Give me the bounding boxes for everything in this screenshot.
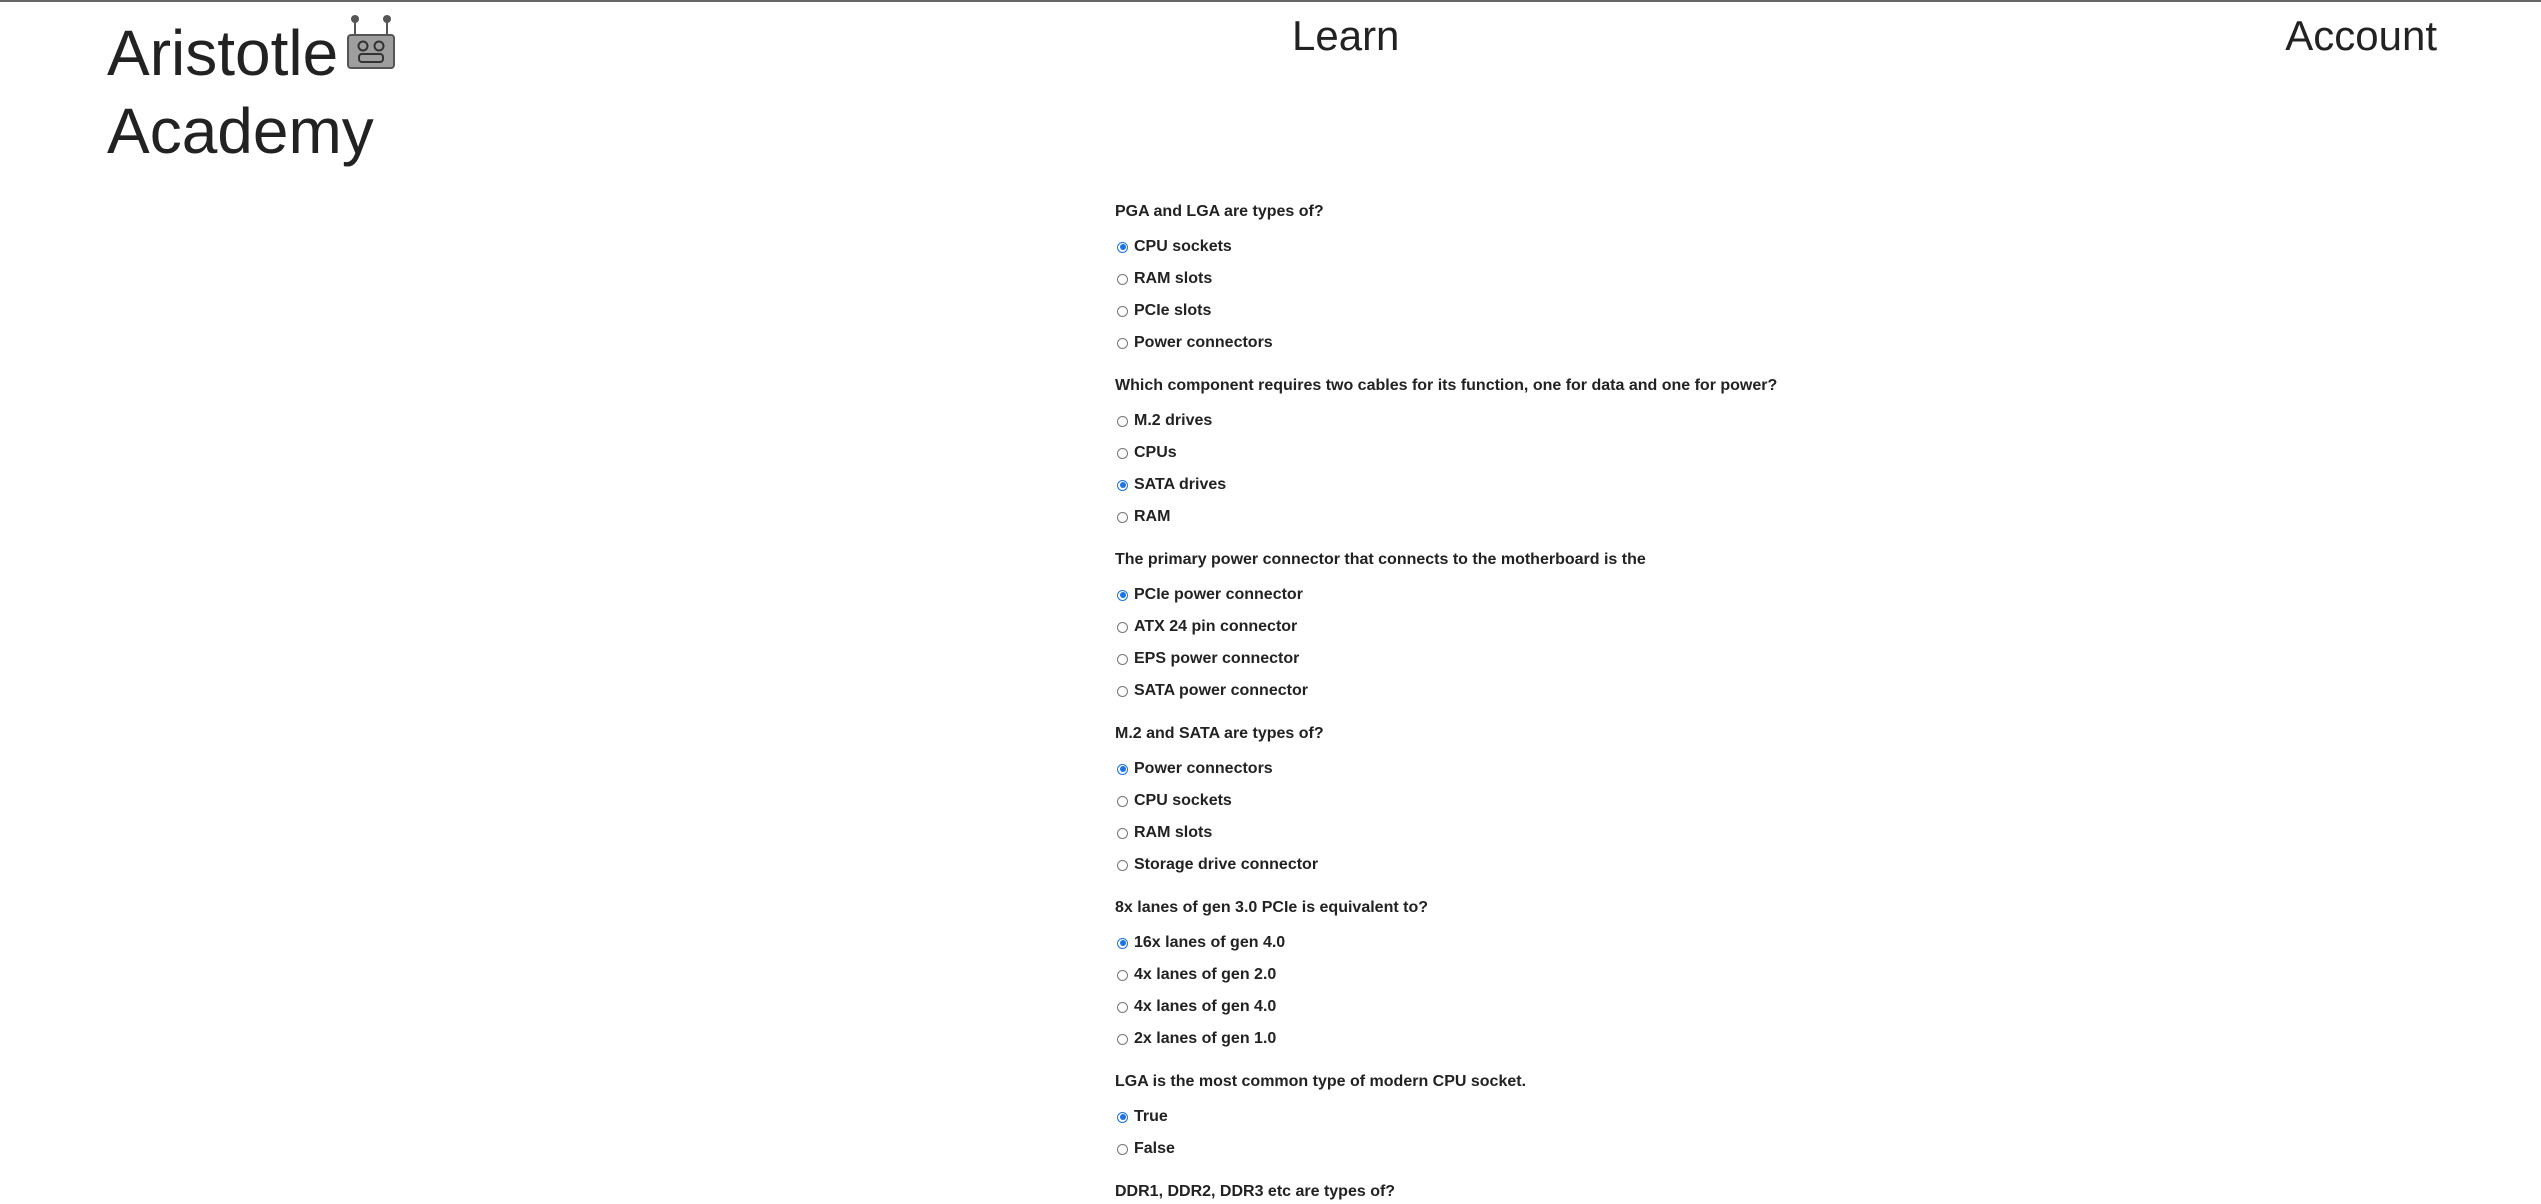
question-text: Which component requires two cables for … [1115, 377, 1778, 394]
radio-button[interactable] [1117, 241, 1128, 253]
radio-button[interactable] [1117, 1001, 1128, 1013]
option-cpu-sockets[interactable]: CPU sockets [1115, 785, 2015, 817]
option-label: RAM slots [1134, 824, 1213, 841]
brand-line-1: Aristotle [107, 14, 396, 92]
option-label: False [1134, 1140, 1175, 1157]
question-3: The primary power connector that connect… [1115, 550, 2015, 707]
radio-button[interactable] [1117, 763, 1128, 775]
question-text: LGA is the most common type of modern CP… [1115, 1073, 1527, 1090]
radio-button[interactable] [1117, 1111, 1128, 1123]
option-true[interactable]: True [1115, 1101, 2015, 1133]
radio-button[interactable] [1117, 969, 1128, 981]
radio-button[interactable] [1117, 1143, 1128, 1155]
option-storage-drive-connector[interactable]: Storage drive connector [1115, 849, 2015, 881]
radio-button[interactable] [1117, 479, 1128, 491]
question-1: PGA and LGA are types of? CPU sockets RA… [1115, 202, 2015, 359]
brand-name-first: Aristotle [107, 17, 339, 89]
question-text: 8x lanes of gen 3.0 PCIe is equivalent t… [1115, 899, 1428, 916]
option-ram-slots[interactable]: RAM slots [1115, 817, 2015, 849]
robot-icon [347, 15, 396, 69]
option-label: Power connectors [1134, 334, 1273, 351]
option-ram[interactable]: RAM [1115, 501, 2015, 533]
option-label: M.2 drives [1134, 412, 1213, 429]
nav-account-link[interactable]: Account [2285, 10, 2437, 62]
radio-button[interactable] [1117, 859, 1128, 871]
option-label: RAM slots [1134, 270, 1213, 287]
option-4x-gen4[interactable]: 4x lanes of gen 4.0 [1115, 991, 2015, 1023]
question-text: PGA and LGA are types of? [1115, 203, 1324, 220]
option-label: 4x lanes of gen 4.0 [1134, 998, 1277, 1015]
radio-button[interactable] [1117, 621, 1128, 633]
radio-button[interactable] [1117, 511, 1128, 523]
option-label: 16x lanes of gen 4.0 [1134, 934, 1286, 951]
brand-name-second: Academy [107, 95, 374, 167]
radio-button[interactable] [1117, 305, 1128, 317]
question-4: M.2 and SATA are types of? Power connect… [1115, 724, 2015, 881]
option-label: CPU sockets [1134, 792, 1232, 809]
question-text: M.2 and SATA are types of? [1115, 725, 1324, 742]
option-label: PCIe power connector [1134, 586, 1303, 603]
option-eps-power[interactable]: EPS power connector [1115, 643, 2015, 675]
option-2x-gen1[interactable]: 2x lanes of gen 1.0 [1115, 1023, 2015, 1055]
radio-button[interactable] [1117, 685, 1128, 697]
radio-button[interactable] [1117, 937, 1128, 949]
radio-button[interactable] [1117, 447, 1128, 459]
option-label: CPUs [1134, 444, 1177, 461]
radio-button[interactable] [1117, 795, 1128, 807]
radio-button[interactable] [1117, 273, 1128, 285]
option-power-connectors[interactable]: Power connectors [1115, 327, 2015, 359]
option-m2-drives[interactable]: M.2 drives [1115, 405, 2015, 437]
option-pcie-slots[interactable]: PCIe slots [1115, 295, 2015, 327]
option-label: 2x lanes of gen 1.0 [1134, 1030, 1277, 1047]
option-atx-24-pin[interactable]: ATX 24 pin connector [1115, 611, 2015, 643]
option-label: 4x lanes of gen 2.0 [1134, 966, 1277, 983]
option-label: Power connectors [1134, 760, 1273, 777]
question-text: DDR1, DDR2, DDR3 etc are types of? [1115, 1183, 1396, 1200]
option-4x-gen2[interactable]: 4x lanes of gen 2.0 [1115, 959, 2015, 991]
option-label: CPU sockets [1134, 238, 1232, 255]
quiz-form: PGA and LGA are types of? CPU sockets RA… [1115, 202, 2015, 1204]
option-label: PCIe slots [1134, 302, 1212, 319]
question-5: 8x lanes of gen 3.0 PCIe is equivalent t… [1115, 898, 2015, 1055]
radio-button[interactable] [1117, 337, 1128, 349]
radio-button[interactable] [1117, 589, 1128, 601]
radio-button[interactable] [1117, 415, 1128, 427]
nav-learn-link[interactable]: Learn [1292, 10, 1399, 62]
radio-button[interactable] [1117, 1033, 1128, 1045]
brand-logo[interactable]: Aristotle Academy [107, 14, 396, 170]
option-power-connectors[interactable]: Power connectors [1115, 753, 2015, 785]
question-2: Which component requires two cables for … [1115, 376, 2015, 533]
option-sata-drives[interactable]: SATA drives [1115, 469, 2015, 501]
option-false[interactable]: False [1115, 1133, 2015, 1165]
option-pcie-power-connector[interactable]: PCIe power connector [1115, 579, 2015, 611]
option-16x-gen4[interactable]: 16x lanes of gen 4.0 [1115, 927, 2015, 959]
option-sata-power[interactable]: SATA power connector [1115, 675, 2015, 707]
question-6: LGA is the most common type of modern CP… [1115, 1072, 2015, 1165]
option-label: True [1134, 1108, 1168, 1125]
option-label: RAM [1134, 508, 1171, 525]
option-label: ATX 24 pin connector [1134, 618, 1298, 635]
option-cpus[interactable]: CPUs [1115, 437, 2015, 469]
option-label: SATA drives [1134, 476, 1227, 493]
radio-button[interactable] [1117, 653, 1128, 665]
radio-button[interactable] [1117, 827, 1128, 839]
question-7: DDR1, DDR2, DDR3 etc are types of? [1115, 1182, 2015, 1202]
option-ram-slots[interactable]: RAM slots [1115, 263, 2015, 295]
option-label: EPS power connector [1134, 650, 1300, 667]
question-text: The primary power connector that connect… [1115, 551, 1646, 568]
option-label: SATA power connector [1134, 682, 1308, 699]
option-label: Storage drive connector [1134, 856, 1319, 873]
option-cpu-sockets[interactable]: CPU sockets [1115, 231, 2015, 263]
